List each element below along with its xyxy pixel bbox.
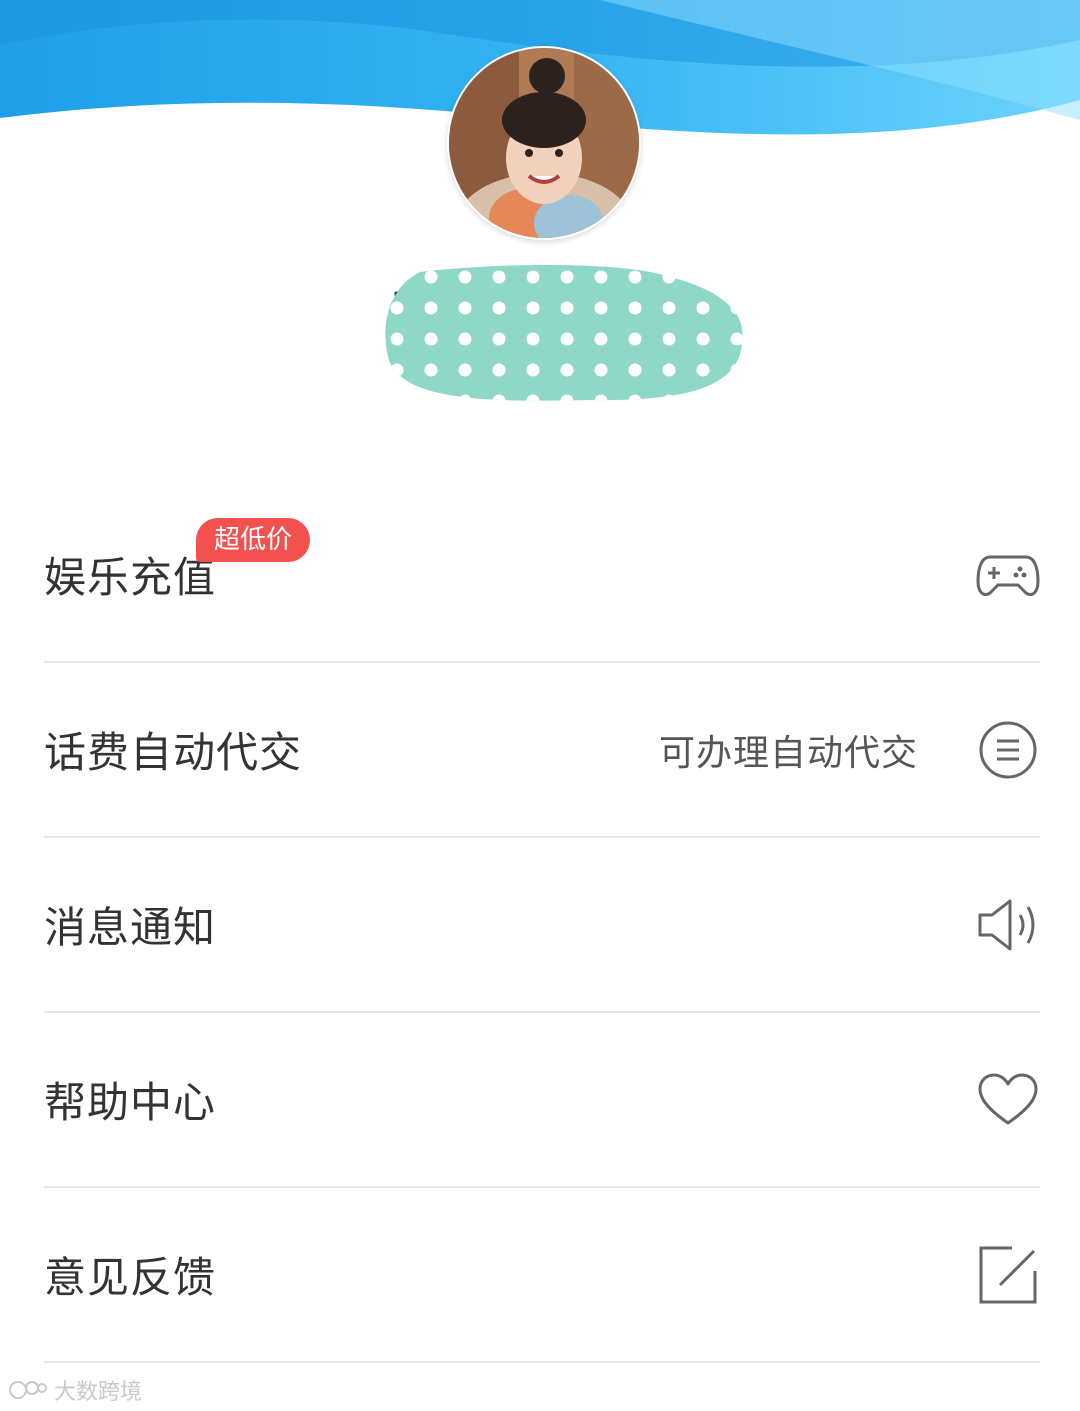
menu-item-feedback[interactable]: 意见反馈	[44, 1188, 1040, 1363]
menu-circle-icon	[976, 718, 1040, 782]
menu-item-label: 娱乐充值	[44, 553, 217, 602]
menu-item-entertainment-recharge[interactable]: 娱乐充值 超低价	[44, 488, 1040, 663]
gamepad-icon	[976, 543, 1040, 607]
settings-menu: 娱乐充值 超低价 话费自动代交 可办理自动代交 消息通知 帮助中心 意见反馈	[44, 488, 1040, 1363]
menu-item-notifications[interactable]: 消息通知	[44, 838, 1040, 1013]
avatar-photo	[449, 48, 639, 238]
menu-item-help-center[interactable]: 帮助中心	[44, 1013, 1040, 1188]
edit-icon	[976, 1243, 1040, 1307]
menu-item-subtext: 可办理自动代交	[658, 732, 918, 774]
promo-badge: 超低价	[196, 518, 311, 562]
speaker-icon	[976, 893, 1040, 957]
phone-number-area: 1 5	[380, 262, 750, 412]
heart-icon	[976, 1068, 1040, 1132]
menu-item-label: 话费自动代交	[44, 728, 303, 777]
menu-item-label: 消息通知	[44, 903, 217, 952]
user-avatar[interactable]	[447, 46, 641, 240]
watermark: 大数跨境	[8, 1374, 142, 1406]
menu-item-label: 意见反馈	[44, 1253, 217, 1302]
privacy-mask	[385, 265, 743, 401]
menu-item-auto-bill-pay[interactable]: 话费自动代交 可办理自动代交	[44, 663, 1040, 838]
menu-item-label: 帮助中心	[44, 1078, 217, 1127]
logo-icon	[9, 1381, 47, 1399]
watermark-text: 大数跨境	[54, 1380, 143, 1405]
